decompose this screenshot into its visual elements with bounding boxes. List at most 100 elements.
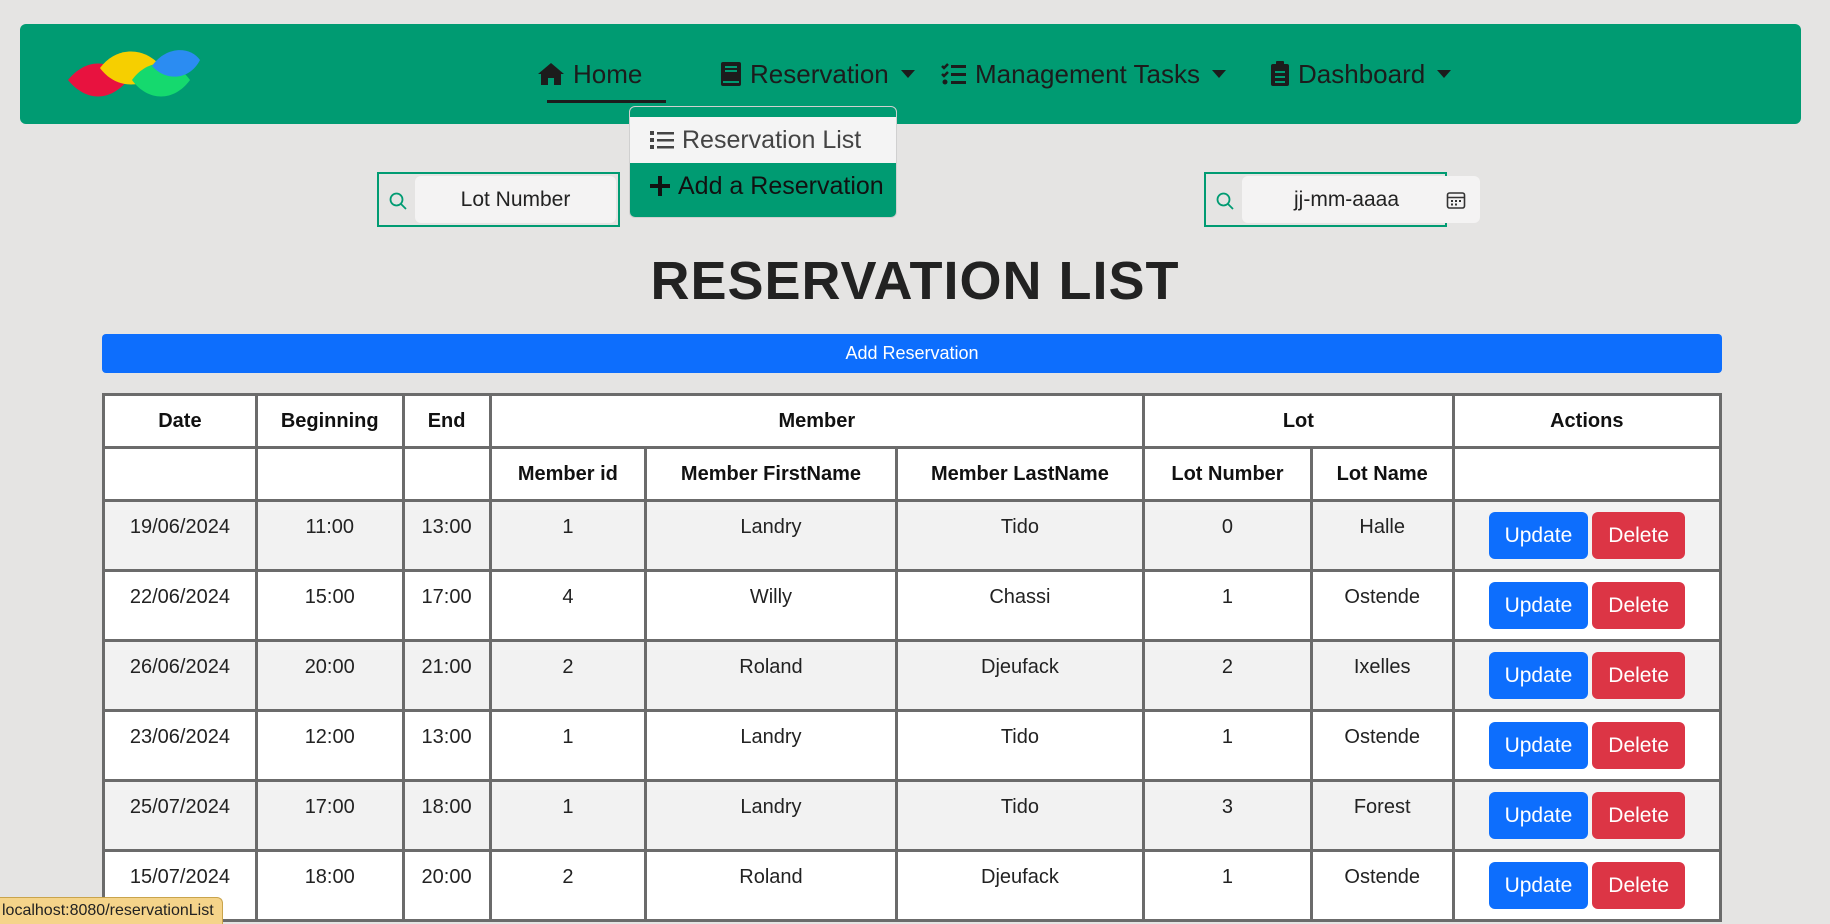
nav-reservation-label: Reservation bbox=[750, 58, 889, 89]
header-lot-number: Lot Number bbox=[1142, 446, 1313, 502]
cell-member-firstname: Roland bbox=[644, 849, 898, 922]
cell-actions: Update Delete bbox=[1451, 849, 1723, 922]
checklist-icon bbox=[941, 63, 966, 85]
subheader-empty bbox=[401, 446, 492, 502]
cell-lot-name: Ostende bbox=[1309, 709, 1455, 782]
reservation-dropdown-menu: Reservation List Add a Reservation bbox=[629, 106, 897, 218]
cell-end: 17:00 bbox=[401, 569, 492, 642]
lot-number-input[interactable]: Lot Number bbox=[415, 176, 616, 223]
header-lot-name: Lot Name bbox=[1309, 446, 1455, 502]
cell-member-lastname: Djeufack bbox=[894, 849, 1146, 922]
cell-actions: Update Delete bbox=[1451, 709, 1723, 782]
cell-lot-name: Ostende bbox=[1309, 569, 1455, 642]
reservation-table: Date Beginning End Member Lot Actions Me… bbox=[102, 393, 1723, 922]
menu-item-reservation-list[interactable]: Reservation List bbox=[630, 117, 896, 163]
cell-date: 26/06/2024 bbox=[102, 639, 258, 712]
add-reservation-button[interactable]: Add Reservation bbox=[102, 334, 1722, 373]
cell-lot-number: 0 bbox=[1142, 499, 1313, 572]
cell-actions: Update Delete bbox=[1451, 639, 1723, 712]
header-member-firstname: Member FirstName bbox=[644, 446, 898, 502]
header-date: Date bbox=[102, 393, 258, 449]
nav-dashboard[interactable]: Dashboard bbox=[1270, 24, 1452, 124]
cell-end: 13:00 bbox=[401, 709, 492, 782]
cell-end: 21:00 bbox=[401, 639, 492, 712]
update-button[interactable]: Update bbox=[1488, 792, 1589, 839]
cell-end: 20:00 bbox=[401, 849, 492, 922]
header-end: End bbox=[401, 393, 492, 449]
cell-beginning: 12:00 bbox=[254, 709, 405, 782]
clipboard-icon bbox=[1271, 61, 1289, 86]
header-actions: Actions bbox=[1451, 393, 1723, 449]
chevron-down-icon bbox=[900, 70, 915, 78]
cell-beginning: 18:00 bbox=[254, 849, 405, 922]
date-input-value: jj-mm-aaaa bbox=[1294, 187, 1400, 211]
update-button[interactable]: Update bbox=[1488, 512, 1589, 559]
delete-button[interactable]: Delete bbox=[1592, 512, 1685, 559]
date-input[interactable]: jj-mm-aaaa bbox=[1242, 176, 1480, 223]
header-beginning: Beginning bbox=[254, 393, 405, 449]
cell-end: 18:00 bbox=[401, 779, 492, 852]
search-icon bbox=[389, 192, 407, 210]
cell-member-id: 1 bbox=[488, 779, 648, 852]
cell-member-lastname: Tido bbox=[894, 499, 1146, 572]
cell-lot-number: 2 bbox=[1142, 639, 1313, 712]
cell-member-lastname: Chassi bbox=[894, 569, 1146, 642]
cell-member-firstname: Willy bbox=[644, 569, 898, 642]
update-button[interactable]: Update bbox=[1488, 652, 1589, 699]
update-button[interactable]: Update bbox=[1488, 862, 1589, 909]
cell-lot-name: Forest bbox=[1309, 779, 1455, 852]
nav-home[interactable]: Home bbox=[537, 24, 642, 124]
subheader-empty bbox=[1451, 446, 1723, 502]
cell-member-id: 1 bbox=[488, 709, 648, 782]
list-icon bbox=[650, 131, 674, 149]
cell-member-id: 4 bbox=[488, 569, 648, 642]
cell-member-id: 1 bbox=[488, 499, 648, 572]
menu-item-label: Add a Reservation bbox=[678, 171, 884, 200]
home-icon bbox=[538, 63, 564, 85]
cell-date: 19/06/2024 bbox=[102, 499, 258, 572]
cell-actions: Update Delete bbox=[1451, 779, 1723, 852]
date-search: jj-mm-aaaa bbox=[1204, 172, 1480, 227]
delete-button[interactable]: Delete bbox=[1592, 792, 1685, 839]
cell-lot-name: Ostende bbox=[1309, 849, 1455, 922]
cell-member-id: 2 bbox=[488, 849, 648, 922]
cell-member-firstname: Roland bbox=[644, 639, 898, 712]
nav-management-tasks[interactable]: Management Tasks bbox=[941, 24, 1226, 124]
nav-home-label: Home bbox=[573, 58, 643, 89]
cell-member-lastname: Tido bbox=[894, 779, 1146, 852]
cell-date: 23/06/2024 bbox=[102, 709, 258, 782]
cell-lot-number: 1 bbox=[1142, 709, 1313, 782]
logo-icon[interactable] bbox=[66, 46, 200, 102]
cell-member-lastname: Djeufack bbox=[894, 639, 1146, 712]
cell-lot-number: 1 bbox=[1142, 849, 1313, 922]
cell-date: 22/06/2024 bbox=[102, 569, 258, 642]
cell-beginning: 17:00 bbox=[254, 779, 405, 852]
table-row: 15/07/2024 18:00 20:00 2 Roland Djeufack… bbox=[102, 849, 1723, 922]
header-member: Member bbox=[488, 393, 1146, 449]
menu-item-add-reservation[interactable]: Add a Reservation bbox=[630, 163, 896, 209]
plus-icon bbox=[650, 176, 670, 196]
nav-management-label: Management Tasks bbox=[975, 58, 1200, 89]
delete-button[interactable]: Delete bbox=[1592, 862, 1685, 909]
cell-end: 13:00 bbox=[401, 499, 492, 572]
cell-beginning: 20:00 bbox=[254, 639, 405, 712]
delete-button[interactable]: Delete bbox=[1592, 582, 1685, 629]
active-nav-underline bbox=[547, 100, 666, 103]
page-title: RESERVATION LIST bbox=[650, 251, 1180, 311]
update-button[interactable]: Update bbox=[1488, 582, 1589, 629]
table-row: 23/06/2024 12:00 13:00 1 Landry Tido 1 O… bbox=[102, 709, 1723, 782]
cell-lot-number: 3 bbox=[1142, 779, 1313, 852]
delete-button[interactable]: Delete bbox=[1592, 722, 1685, 769]
table-row: 22/06/2024 15:00 17:00 4 Willy Chassi 1 … bbox=[102, 569, 1723, 642]
header-member-id: Member id bbox=[488, 446, 648, 502]
calendar-icon[interactable] bbox=[1446, 190, 1466, 210]
update-button[interactable]: Update bbox=[1488, 722, 1589, 769]
delete-button[interactable]: Delete bbox=[1592, 652, 1685, 699]
header-member-lastname: Member LastName bbox=[894, 446, 1146, 502]
subheader-empty bbox=[102, 446, 258, 502]
cell-member-id: 2 bbox=[488, 639, 648, 712]
cell-member-firstname: Landry bbox=[644, 779, 898, 852]
menu-item-label: Reservation List bbox=[682, 125, 862, 154]
nav-dashboard-label: Dashboard bbox=[1298, 58, 1426, 89]
table-row: 25/07/2024 17:00 18:00 1 Landry Tido 3 F… bbox=[102, 779, 1723, 852]
